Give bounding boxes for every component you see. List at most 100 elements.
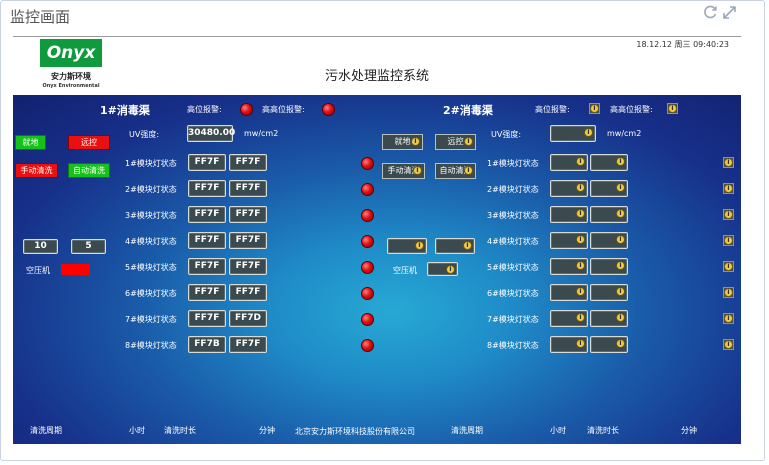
channel1-uv-unit: mw/cm2 bbox=[244, 129, 279, 138]
channel2-module-label: 2#模块灯状态 bbox=[487, 185, 539, 194]
channel1-clean-duration-minutes[interactable]: 5 bbox=[71, 239, 106, 254]
channel2-module-alarm-status-icon: i bbox=[723, 261, 734, 272]
channel2-high-alarm-status-icon: i bbox=[589, 103, 600, 114]
channel2-module-label: 8#模块灯状态 bbox=[487, 341, 539, 350]
channel2-high-alarm-label: 高位报警: bbox=[535, 105, 570, 114]
channel2-module-value-b: i bbox=[590, 284, 628, 301]
info-icon: i bbox=[576, 313, 585, 322]
info-icon: i bbox=[576, 261, 585, 270]
channel1-high-alarm-lamp bbox=[240, 103, 253, 116]
channel1-manual-clean-button[interactable]: 手动清洗 bbox=[15, 163, 58, 178]
channel2-uv-unit: mw/cm2 bbox=[607, 129, 642, 138]
channel2-auto-clean-button[interactable]: 自动清洗 i bbox=[435, 163, 476, 179]
channel2-high-high-alarm-status-icon: i bbox=[667, 103, 678, 114]
info-icon: i bbox=[576, 339, 585, 348]
channel2-module-value-b: i bbox=[590, 336, 628, 353]
channel2-title: 2#消毒渠 bbox=[443, 104, 493, 117]
channel2-high-high-alarm-label: 高高位报警: bbox=[610, 105, 653, 114]
info-icon: i bbox=[576, 209, 585, 218]
channel1-high-high-alarm-lamp bbox=[322, 103, 335, 116]
channel2-module-value-a: i bbox=[550, 232, 588, 249]
channel2-module-alarm-status-icon: i bbox=[723, 235, 734, 246]
channel1-module-label: 2#模块灯状态 bbox=[125, 185, 177, 194]
channel1-module-value-a: FF7F bbox=[188, 154, 226, 171]
channel1-remote-button[interactable]: 远控 bbox=[68, 135, 110, 150]
channel1-module-label: 5#模块灯状态 bbox=[125, 263, 177, 272]
channel2-clean-cycle-hours[interactable]: i bbox=[387, 238, 427, 254]
refresh-icon[interactable] bbox=[703, 5, 718, 24]
channel2-module-value-b: i bbox=[590, 310, 628, 327]
window-title: 监控画面 bbox=[10, 8, 71, 26]
info-icon: i bbox=[616, 209, 625, 218]
channel2-module-alarm-status-icon: i bbox=[723, 209, 734, 220]
system-title: 污水处理监控系统 bbox=[324, 69, 429, 84]
system-header: Onyx 安力斯环境 Onyx Environmental 污水处理监控系统 1… bbox=[13, 37, 741, 95]
channel1-module-alarm-lamp bbox=[361, 261, 374, 274]
channel2-module-value-a: i bbox=[550, 258, 588, 275]
info-icon: i bbox=[616, 157, 625, 166]
channel2-module-value-b: i bbox=[590, 232, 628, 249]
channel1-module-value-a: FF7F bbox=[188, 258, 226, 275]
channel2-module-value-a: i bbox=[550, 154, 588, 171]
channel1-module-alarm-lamp bbox=[361, 235, 374, 248]
channel1-module-alarm-lamp bbox=[361, 209, 374, 222]
channel1-module-value-a: FF7B bbox=[188, 336, 226, 353]
channel2-manual-clean-button[interactable]: 手动清洗 i bbox=[382, 163, 425, 179]
channel1-module-value-b: FF7F bbox=[229, 154, 267, 171]
footer-hours-label: 小时 bbox=[129, 426, 145, 435]
footer-clean-duration-label: 清洗时长 bbox=[164, 426, 196, 435]
channel2-module-value-a: i bbox=[550, 336, 588, 353]
datetime-display: 18.12.12 周三 09:40:23 bbox=[636, 40, 729, 49]
info-icon: i bbox=[616, 183, 625, 192]
channel1-high-high-alarm-label: 高高位报警: bbox=[262, 105, 305, 114]
channel2-module-value-b: i bbox=[590, 258, 628, 275]
info-icon: i bbox=[576, 183, 585, 192]
channel2-module-value-a: i bbox=[550, 180, 588, 197]
channel1-module-value-b: FF7F bbox=[229, 258, 267, 275]
channel2-module-alarm-status-icon: i bbox=[723, 287, 734, 298]
channel1-air-compressor-label: 空压机 bbox=[26, 266, 50, 275]
channel2-module-value-a: i bbox=[550, 310, 588, 327]
channel2-module-alarm-status-icon: i bbox=[723, 313, 734, 324]
channel1-module-label: 7#模块灯状态 bbox=[125, 315, 177, 324]
channel2-module-alarm-status-icon: i bbox=[723, 183, 734, 194]
channel2-air-compressor-label: 空压机 bbox=[393, 266, 417, 275]
info-icon: i bbox=[616, 313, 625, 322]
info-icon: i bbox=[576, 157, 585, 166]
channel2-module-value-b: i bbox=[590, 180, 628, 197]
channel1-air-compressor-status bbox=[61, 264, 90, 275]
channel1-module-label: 1#模块灯状态 bbox=[125, 159, 177, 168]
channel1-module-label: 8#模块灯状态 bbox=[125, 341, 177, 350]
footer-clean-cycle-label: 清洗周期 bbox=[30, 426, 62, 435]
footer-hours-label-2: 小时 bbox=[550, 426, 566, 435]
channel1-module-alarm-lamp bbox=[361, 313, 374, 326]
channel1-module-value-b: FF7D bbox=[229, 310, 267, 327]
channel1-module-value-b: FF7F bbox=[229, 232, 267, 249]
channel1-module-alarm-lamp bbox=[361, 339, 374, 352]
channel2-module-label: 7#模块灯状态 bbox=[487, 315, 539, 324]
channel1-local-button[interactable]: 就地 bbox=[15, 135, 46, 150]
company-logo: Onyx bbox=[40, 39, 102, 67]
info-icon: i bbox=[616, 261, 625, 270]
info-icon: i bbox=[616, 235, 625, 244]
channel1-module-value-a: FF7F bbox=[188, 180, 226, 197]
info-icon: i bbox=[616, 287, 625, 296]
channel1-module-value-b: FF7F bbox=[229, 206, 267, 223]
channel2-remote-button[interactable]: 远控 i bbox=[435, 134, 476, 150]
info-icon: i bbox=[576, 287, 585, 296]
channel1-uv-value: 30480.00 bbox=[187, 125, 235, 142]
channel2-module-label: 1#模块灯状态 bbox=[487, 159, 539, 168]
channel2-local-button[interactable]: 就地 i bbox=[382, 134, 423, 150]
channel1-module-value-b: FF7F bbox=[229, 180, 267, 197]
channel1-module-value-b: FF7F bbox=[229, 336, 267, 353]
channel2-clean-duration-minutes[interactable]: i bbox=[435, 238, 475, 254]
channel1-clean-cycle-hours[interactable]: 10 bbox=[23, 239, 58, 254]
channel1-auto-clean-button[interactable]: 自动清洗 bbox=[68, 163, 110, 178]
channel2-module-alarm-status-icon: i bbox=[723, 339, 734, 350]
info-icon: i bbox=[616, 339, 625, 348]
expand-icon[interactable] bbox=[722, 5, 737, 24]
channel2-module-value-a: i bbox=[550, 284, 588, 301]
channel2-module-label: 6#模块灯状态 bbox=[487, 289, 539, 298]
channel1-uv-label: UV强度: bbox=[129, 130, 160, 139]
channel1-module-label: 3#模块灯状态 bbox=[125, 211, 177, 220]
